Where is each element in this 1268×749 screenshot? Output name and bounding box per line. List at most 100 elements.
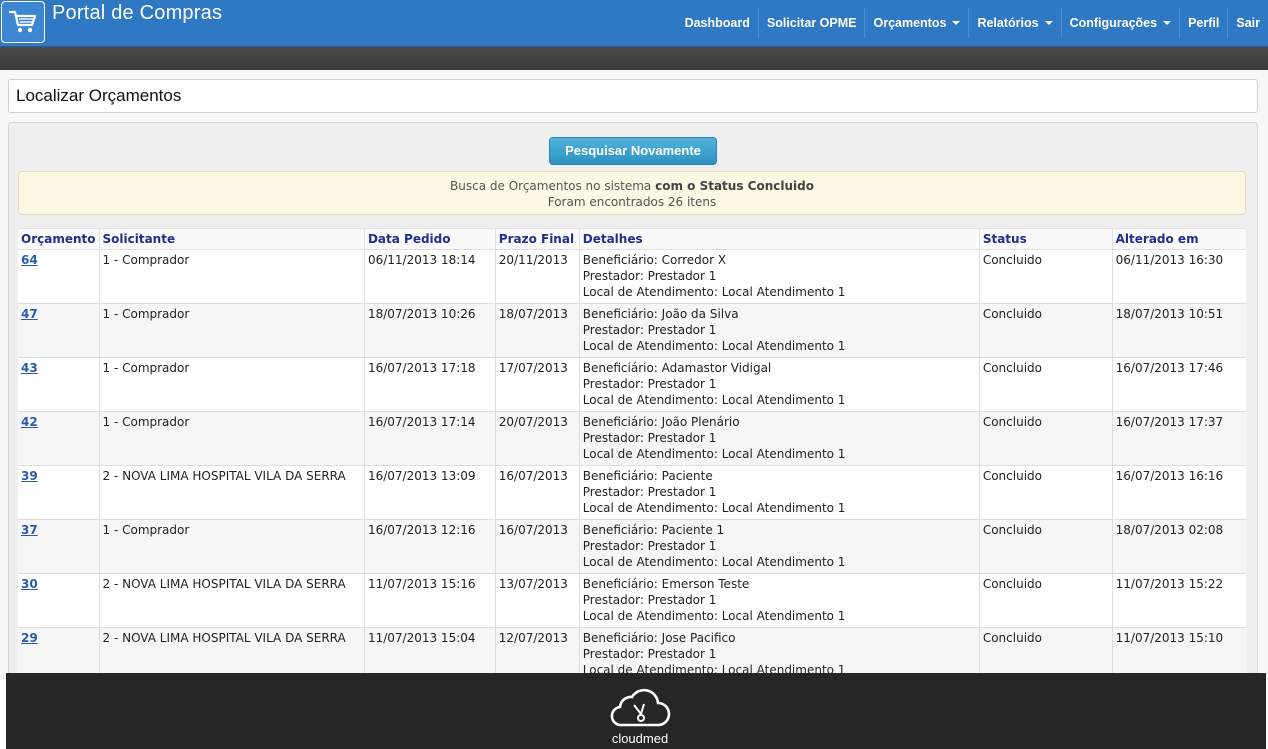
cell-orcamento: 42 [18, 411, 99, 466]
cell-detalhes: Beneficiário: Paciente 1 Prestador: Prest… [578, 519, 980, 574]
detail-prestador: Prestador: Prestador 1 [582, 269, 717, 283]
main-nav: Dashboard Solicitar OPME Orçamentos Relatór… [677, 8, 1268, 38]
cell-orcamento: 43 [18, 357, 99, 412]
cell-prazo-final: 20/07/2013 [494, 411, 580, 466]
cell-status: Concluido [978, 249, 1113, 304]
nav-item-label: Relatórios [977, 16, 1039, 30]
detail-beneficiario: Beneficiário: Corredor X [582, 253, 727, 267]
alert-prefix: Busca de Orçamentos no sistema [450, 179, 656, 193]
detail-local: Local de Atendimento: Local Atendimento … [582, 555, 846, 569]
detail-beneficiario: Beneficiário: Jose Pacifico [582, 631, 736, 645]
nav-item-solicitar-opme[interactable]: Solicitar OPME [757, 8, 865, 38]
detail-prestador: Prestador: Prestador 1 [582, 431, 717, 445]
caret-down-icon [1044, 21, 1053, 25]
cell-detalhes: Beneficiário: Adamastor Vidigal Prestador… [578, 357, 980, 412]
cell-data-pedido: 06/11/2013 18:14 [363, 249, 496, 304]
cell-status: Concluido [978, 573, 1113, 628]
nav-item-dashboard[interactable]: Dashboard [677, 8, 758, 38]
column-header[interactable]: Solicitante [98, 228, 365, 250]
orcamento-link[interactable]: 64 [21, 253, 38, 267]
table-row: 47 1 - Comprador 18/07/2013 10:26 18/07/201… [18, 303, 1246, 358]
cell-status: Concluido [978, 519, 1113, 574]
cell-data-pedido: 16/07/2013 13:09 [363, 465, 496, 520]
nav-item-relatorios[interactable]: Relatórios [968, 8, 1060, 38]
nav-item-orcamentos[interactable]: Orçamentos [864, 8, 968, 38]
caret-down-icon [952, 21, 961, 25]
cell-status: Concluido [978, 303, 1113, 358]
nav-item-perfil[interactable]: Perfil [1179, 8, 1227, 38]
column-header[interactable]: Status [978, 228, 1113, 250]
cell-orcamento: 64 [18, 249, 99, 304]
orcamento-link[interactable]: 29 [21, 631, 38, 645]
results-table: Orçamento Solicitante Data Pedido Prazo Fin… [18, 228, 1246, 681]
search-info-alert: Busca de Orçamentos no sistema com o Sta… [18, 171, 1246, 215]
cell-alterado-em: 16/07/2013 17:46 [1111, 357, 1246, 412]
nav-item-label: Solicitar OPME [766, 16, 857, 30]
nav-item-label: Orçamentos [873, 16, 947, 30]
cell-data-pedido: 11/07/2013 15:16 [363, 573, 496, 628]
detail-beneficiario: Beneficiário: João da Silva [582, 307, 739, 321]
detail-local: Local de Atendimento: Local Atendimento … [582, 339, 846, 353]
page-title-box: Localizar Orçamentos [8, 79, 1258, 113]
cell-solicitante: 1 - Comprador [98, 249, 365, 304]
detail-prestador: Prestador: Prestador 1 [582, 539, 717, 553]
table-row: 64 1 - Comprador 06/11/2013 18:14 20/11/201… [18, 249, 1246, 304]
cell-status: Concluido [978, 411, 1113, 466]
page-content: Localizar Orçamentos Pesquisar Novamente… [0, 70, 1268, 704]
footer: cloudmed [6, 673, 1266, 749]
detail-local: Local de Atendimento: Local Atendimento … [582, 609, 846, 623]
detail-beneficiario: Beneficiário: Paciente [582, 469, 713, 483]
shopping-cart-icon[interactable] [1, 1, 45, 43]
orcamento-link[interactable]: 47 [21, 307, 38, 321]
alert-message: Busca de Orçamentos no sistema com o Sta… [19, 178, 1245, 194]
detail-local: Local de Atendimento: Local Atendimento … [582, 285, 846, 299]
cell-data-pedido: 16/07/2013 12:16 [363, 519, 496, 574]
column-header[interactable]: Data Pedido [363, 228, 496, 250]
nav-item-label: Dashboard [684, 16, 750, 30]
column-header[interactable]: Detalhes [578, 228, 980, 250]
orcamento-link[interactable]: 42 [21, 415, 38, 429]
footer-brand: cloudmed [611, 731, 669, 746]
cell-orcamento: 47 [18, 303, 99, 358]
nav-item-configuracoes[interactable]: Configurações [1060, 8, 1180, 38]
cell-prazo-final: 16/07/2013 [494, 465, 580, 520]
alert-count: Foram encontrados 26 itens [547, 195, 717, 209]
cell-solicitante: 2 - NOVA LIMA HOSPITAL VILA DA SERRA [98, 573, 365, 628]
column-header[interactable]: Alterado em [1111, 228, 1246, 250]
cell-status: Concluido [978, 465, 1113, 520]
cell-detalhes: Beneficiário: João Plenário Prestador: Pr… [578, 411, 980, 466]
nav-item-sair[interactable]: Sair [1227, 8, 1268, 38]
cell-prazo-final: 20/11/2013 [494, 249, 580, 304]
cell-orcamento: 30 [18, 573, 99, 628]
detail-prestador: Prestador: Prestador 1 [582, 323, 717, 337]
sub-bar [0, 47, 1268, 70]
cloud-stethoscope-icon [610, 688, 671, 727]
column-header[interactable]: Prazo Final [494, 228, 580, 250]
table-row: 42 1 - Comprador 16/07/2013 17:14 20/07/201… [18, 411, 1246, 466]
orcamento-link[interactable]: 30 [21, 577, 38, 591]
table-header-row: Orçamento Solicitante Data Pedido Prazo Fin… [18, 228, 1246, 250]
cell-data-pedido: 16/07/2013 17:18 [363, 357, 496, 412]
caret-down-icon [1163, 21, 1172, 25]
cell-detalhes: Beneficiário: Emerson Teste Prestador: Pr… [578, 573, 980, 628]
search-again-button[interactable]: Pesquisar Novamente [549, 137, 717, 165]
orcamento-link[interactable]: 43 [21, 361, 38, 375]
app-title[interactable]: Portal de Compras [52, 2, 222, 25]
cell-solicitante: 1 - Comprador [98, 519, 365, 574]
column-header[interactable]: Orçamento [18, 228, 99, 250]
table-row: 30 2 - NOVA LIMA HOSPITAL VILA DA SERRA 11… [18, 573, 1246, 628]
orcamento-link[interactable]: 39 [21, 469, 38, 483]
table-row: 37 1 - Comprador 16/07/2013 12:16 16/07/201… [18, 519, 1246, 574]
detail-beneficiario: Beneficiário: Paciente 1 [582, 523, 725, 537]
orcamento-link[interactable]: 37 [21, 523, 38, 537]
cell-status: Concluido [978, 357, 1113, 412]
table-row: 39 2 - NOVA LIMA HOSPITAL VILA DA SERRA 16… [18, 465, 1246, 520]
cell-prazo-final: 13/07/2013 [494, 573, 580, 628]
detail-prestador: Prestador: Prestador 1 [582, 377, 717, 391]
cell-solicitante: 1 - Comprador [98, 357, 365, 412]
detail-prestador: Prestador: Prestador 1 [582, 485, 717, 499]
cell-alterado-em: 06/11/2013 16:30 [1111, 249, 1246, 304]
cell-detalhes: Beneficiário: João da Silva Prestador: Pr… [578, 303, 980, 358]
cell-prazo-final: 16/07/2013 [494, 519, 580, 574]
cell-data-pedido: 18/07/2013 10:26 [363, 303, 496, 358]
